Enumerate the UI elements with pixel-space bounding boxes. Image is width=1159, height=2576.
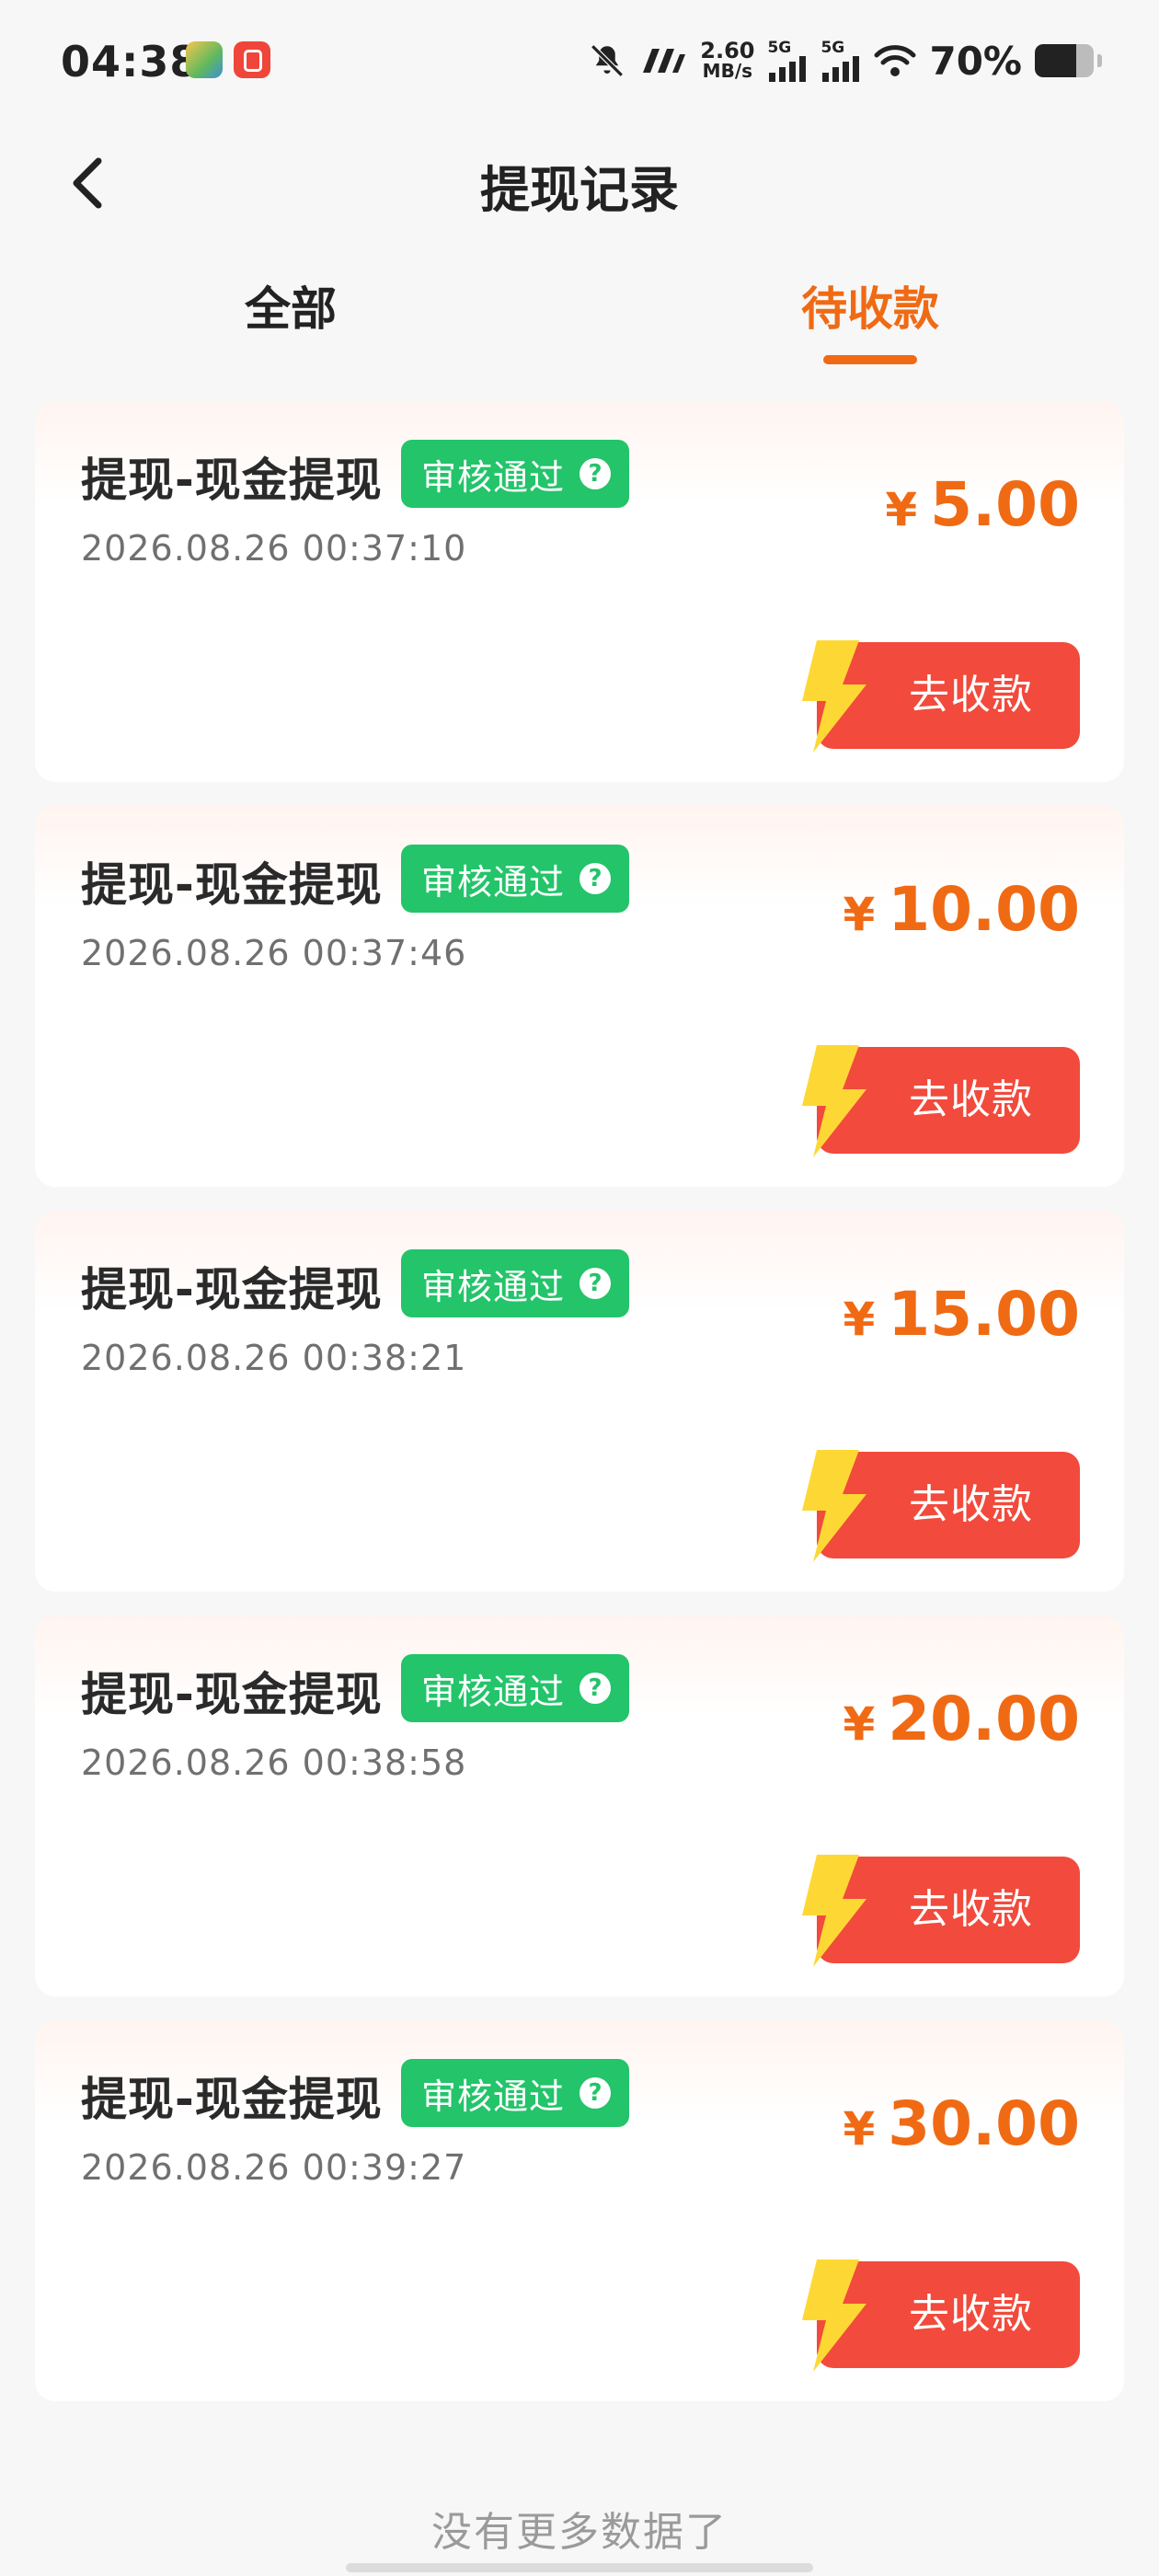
signal-2: 5G: [820, 40, 861, 82]
record-time: 2026.08.26 00:39:27: [81, 2147, 467, 2188]
collect-button[interactable]: 去收款: [802, 1855, 1080, 1967]
question-icon: ?: [580, 458, 612, 489]
home-indicator[interactable]: [346, 2563, 813, 2572]
status-badge[interactable]: 审核通过 ?: [401, 1654, 630, 1722]
record-title: 提现-现金提现: [81, 1263, 383, 1317]
signal-bars-icon: [822, 56, 860, 82]
lightning-icon: [802, 1855, 866, 1967]
amount-value: 30.00: [888, 2088, 1080, 2159]
collect-button-label: 去收款: [909, 1886, 1033, 1933]
record-title: 提现-现金提现: [81, 2073, 383, 2126]
record-amount: ¥ 20.00: [843, 1684, 1080, 1754]
game-app-icon: [186, 41, 223, 78]
record-card: 提现-现金提现 审核通过 ? 2026.08.26 00:37:10 ¥ 5.0…: [35, 401, 1124, 782]
currency-symbol: ¥: [843, 2102, 876, 2156]
network-type-2: 5G: [820, 39, 845, 57]
record-time: 2026.08.26 00:38:21: [81, 1338, 467, 1378]
signal-1: 5G: [767, 40, 808, 82]
collect-button-label: 去收款: [909, 1076, 1033, 1123]
tab-all[interactable]: 全部: [98, 272, 484, 339]
record-card: 提现-现金提现 审核通过 ? 2026.08.26 00:39:27 ¥ 30.…: [35, 2020, 1124, 2401]
lightning-icon: [802, 1450, 866, 1562]
lightning-icon: [802, 640, 866, 753]
record-amount: ¥ 5.00: [885, 469, 1080, 540]
record-list: 提现-现金提现 审核通过 ? 2026.08.26 00:37:10 ¥ 5.0…: [35, 401, 1124, 2425]
tab-pending[interactable]: 待收款: [677, 272, 1063, 339]
status-badge[interactable]: 审核通过 ?: [401, 2059, 630, 2127]
wifi-icon: [874, 45, 916, 76]
page-header: 提现记录: [0, 129, 1159, 236]
amount-value: 20.00: [888, 1684, 1080, 1754]
network-speed-value: 2.60: [700, 38, 755, 63]
active-tab-indicator: [823, 355, 917, 364]
bell-off-icon: [591, 44, 624, 77]
record-title: 提现-现金提现: [81, 454, 383, 507]
status-badge[interactable]: 审核通过 ?: [401, 1249, 630, 1317]
record-amount: ¥ 10.00: [843, 874, 1080, 945]
battery-level: [1035, 44, 1076, 77]
collect-button[interactable]: 去收款: [802, 640, 1080, 753]
question-icon: ?: [580, 863, 612, 894]
collect-button[interactable]: 去收款: [802, 1450, 1080, 1562]
currency-symbol: ¥: [843, 1697, 876, 1751]
battery-percent: 70%: [929, 38, 1022, 84]
collect-button-label: 去收款: [909, 2291, 1033, 2338]
collect-button[interactable]: 去收款: [802, 1045, 1080, 1157]
status-badge-label: 审核通过: [421, 456, 566, 498]
page-title: 提现记录: [480, 161, 679, 219]
record-title: 提现-现金提现: [81, 858, 383, 912]
amount-value: 5.00: [930, 469, 1080, 540]
record-amount: ¥ 15.00: [843, 1279, 1080, 1350]
collect-button-label: 去收款: [909, 1481, 1033, 1528]
status-time: 04:38: [61, 37, 201, 86]
collect-button[interactable]: 去收款: [802, 2260, 1080, 2372]
lightning-icon: [802, 2260, 866, 2372]
status-badge-label: 审核通过: [421, 2076, 566, 2117]
record-card: 提现-现金提现 审核通过 ? 2026.08.26 00:38:21 ¥ 15.…: [35, 1211, 1124, 1592]
amount-value: 15.00: [888, 1279, 1080, 1350]
status-badge-label: 审核通过: [421, 1671, 566, 1712]
record-card: 提现-现金提现 审核通过 ? 2026.08.26 00:38:58 ¥ 20.…: [35, 1616, 1124, 1996]
status-indicators: 2.60 MB/s 5G 5G 70%: [588, 35, 1102, 86]
question-icon: ?: [580, 2077, 612, 2109]
record-time: 2026.08.26 00:38:58: [81, 1742, 467, 1783]
network-type-1: 5G: [767, 39, 792, 57]
question-icon: ?: [580, 1268, 612, 1299]
record-title: 提现-现金提现: [81, 1668, 383, 1721]
status-badge-label: 审核通过: [421, 1266, 566, 1307]
amount-value: 10.00: [888, 874, 1080, 945]
mobile-data-icon: [643, 49, 686, 73]
record-time: 2026.08.26 00:37:46: [81, 933, 467, 973]
status-badge-label: 审核通过: [421, 861, 566, 903]
record-card: 提现-现金提现 审核通过 ? 2026.08.26 00:37:46 ¥ 10.…: [35, 806, 1124, 1187]
currency-symbol: ¥: [885, 483, 918, 536]
record-time: 2026.08.26 00:37:10: [81, 528, 467, 569]
video-app-icon: [234, 41, 270, 78]
lightning-icon: [802, 1045, 866, 1157]
status-badge[interactable]: 审核通过 ?: [401, 845, 630, 913]
question-icon: ?: [580, 1673, 612, 1704]
network-speed: 2.60 MB/s: [700, 40, 754, 81]
collect-button-label: 去收款: [909, 672, 1033, 719]
network-speed-unit: MB/s: [702, 60, 753, 82]
currency-symbol: ¥: [843, 888, 876, 941]
status-badge[interactable]: 审核通过 ?: [401, 440, 630, 508]
status-bar: 04:38 2.60 MB/s 5G 5G 70%: [0, 0, 1159, 120]
battery-icon: [1035, 44, 1094, 77]
record-amount: ¥ 30.00: [843, 2088, 1080, 2159]
signal-bars-icon: [769, 56, 807, 82]
currency-symbol: ¥: [843, 1293, 876, 1346]
tab-bar: 全部 待收款: [0, 254, 1159, 374]
battery-tip: [1097, 54, 1102, 67]
no-more-data-text: 没有更多数据了: [431, 2509, 728, 2556]
